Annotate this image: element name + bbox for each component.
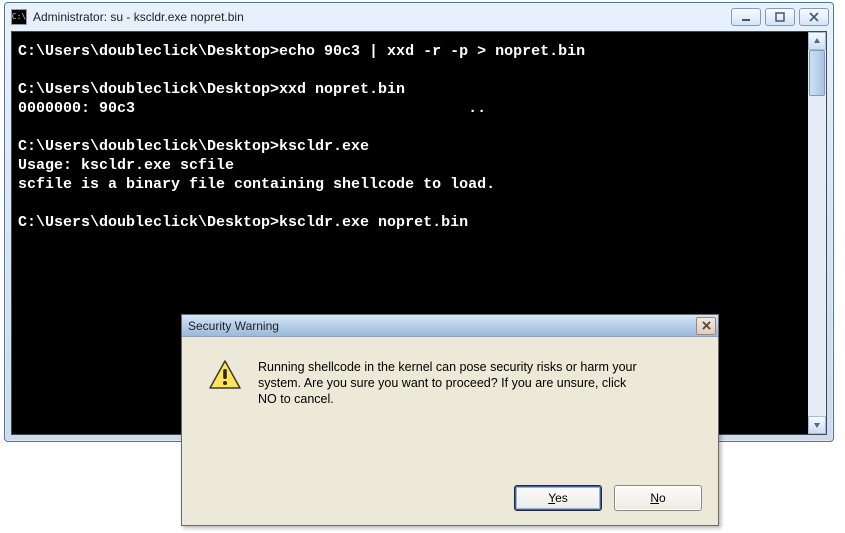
console-titlebar[interactable]: C:\ Administrator: su - kscldr.exe nopre… (5, 3, 833, 31)
console-line: C:\Users\doubleclick\Desktop>echo 90c3 |… (18, 43, 585, 60)
console-title: Administrator: su - kscldr.exe nopret.bi… (33, 10, 731, 24)
dialog-message: Running shellcode in the kernel can pose… (258, 359, 638, 407)
scroll-track[interactable] (808, 50, 826, 416)
no-button[interactable]: No (614, 485, 702, 511)
no-button-label: No (650, 491, 665, 505)
console-line: C:\Users\doubleclick\Desktop>xxd nopret.… (18, 81, 405, 98)
dialog-body: Running shellcode in the kernel can pose… (182, 337, 718, 417)
yes-button[interactable]: Yes (514, 485, 602, 511)
console-line: 0000000: 90c3 .. (18, 100, 486, 117)
dialog-close-button[interactable] (696, 317, 716, 335)
console-icon-text: C:\ (12, 13, 26, 21)
close-button[interactable] (799, 8, 829, 26)
console-line: C:\Users\doubleclick\Desktop>kscldr.exe … (18, 214, 468, 231)
minimize-button[interactable] (731, 8, 761, 26)
scroll-thumb[interactable] (809, 50, 825, 96)
chevron-up-icon (813, 37, 821, 45)
maximize-icon (775, 12, 785, 22)
console-line: C:\Users\doubleclick\Desktop>kscldr.exe (18, 138, 369, 155)
dialog-title: Security Warning (188, 319, 696, 333)
scrollbar[interactable] (808, 32, 826, 434)
window-buttons (731, 8, 829, 26)
yes-button-label: Yes (548, 491, 568, 505)
chevron-down-icon (813, 421, 821, 429)
warning-icon (208, 359, 242, 391)
minimize-icon (741, 12, 751, 22)
close-icon (702, 321, 711, 330)
maximize-button[interactable] (765, 8, 795, 26)
close-icon (809, 12, 819, 22)
dialog-titlebar[interactable]: Security Warning (182, 315, 718, 337)
security-warning-dialog: Security Warning Running shellcode in th… (181, 314, 719, 526)
console-icon: C:\ (11, 9, 27, 25)
scroll-up-button[interactable] (808, 32, 826, 50)
console-line: Usage: kscldr.exe scfile (18, 157, 234, 174)
dialog-button-row: Yes No (514, 485, 702, 511)
scroll-down-button[interactable] (808, 416, 826, 434)
console-line: scfile is a binary file containing shell… (18, 176, 495, 193)
